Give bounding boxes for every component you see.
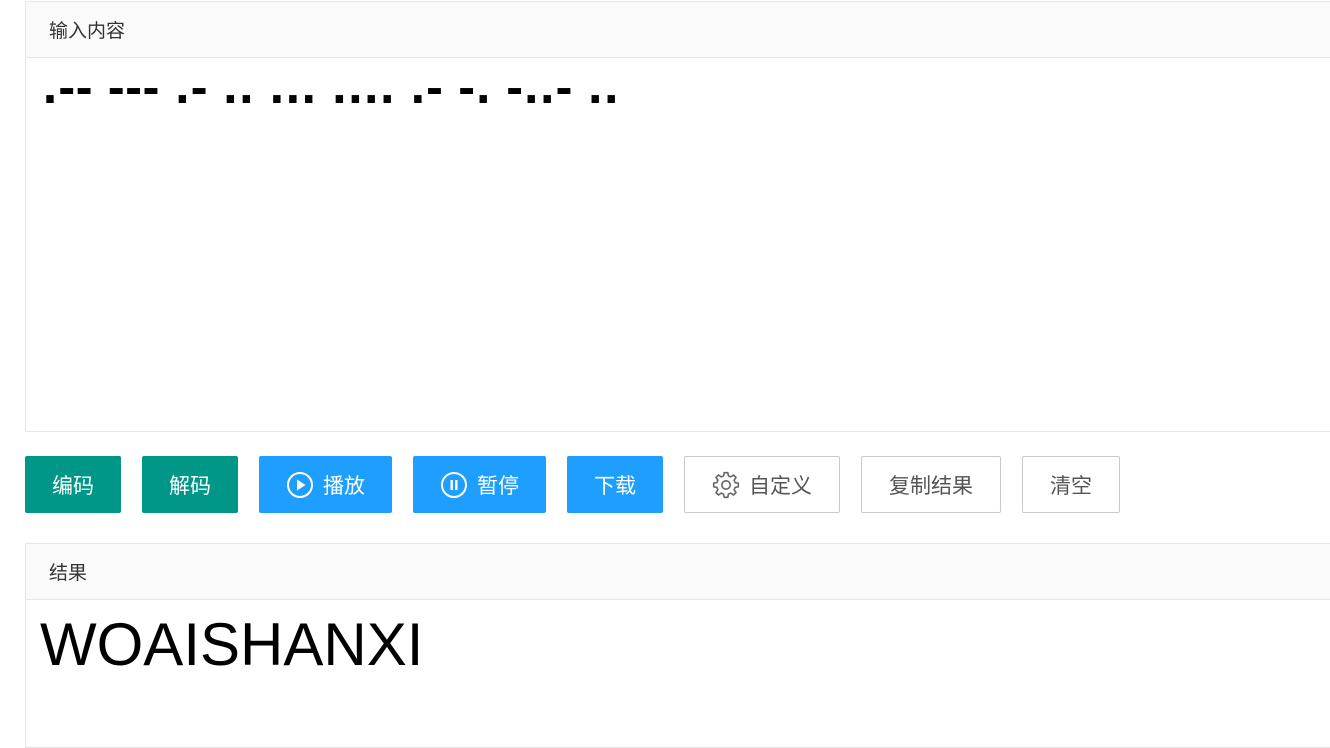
decode-button-label: 解码: [169, 473, 211, 498]
gear-icon: [712, 471, 740, 499]
play-button-label: 播放: [323, 473, 365, 498]
output-panel: 结果 WOAISHANXI: [25, 543, 1330, 748]
copy-result-button-label: 复制结果: [889, 473, 973, 498]
input-panel-header: 输入内容: [26, 2, 1330, 58]
input-panel: 输入内容 .-- --- .- .. ... .... .- -. -..- .…: [25, 1, 1330, 432]
download-button[interactable]: 下载: [567, 456, 663, 513]
clear-button[interactable]: 清空: [1022, 456, 1120, 513]
output-panel-title: 结果: [49, 562, 88, 584]
output-panel-header: 结果: [26, 544, 1330, 600]
play-button[interactable]: 播放: [259, 456, 392, 513]
clear-button-label: 清空: [1050, 473, 1092, 498]
result-text: WOAISHANXI: [40, 611, 424, 678]
pause-circle-icon: [440, 471, 468, 499]
decode-button[interactable]: 解码: [142, 456, 238, 513]
encode-button[interactable]: 编码: [25, 456, 121, 513]
custom-button-label: 自定义: [749, 473, 812, 498]
pause-button[interactable]: 暂停: [413, 456, 546, 513]
copy-result-button[interactable]: 复制结果: [861, 456, 1001, 513]
play-circle-icon: [286, 471, 314, 499]
download-button-label: 下载: [594, 473, 636, 498]
encode-button-label: 编码: [52, 473, 94, 498]
morse-input-textarea[interactable]: .-- --- .- .. ... .... .- -. -..- ..: [42, 64, 1320, 114]
pause-button-label: 暂停: [477, 473, 519, 498]
input-panel-title: 输入内容: [49, 20, 126, 42]
custom-button[interactable]: 自定义: [684, 456, 840, 513]
